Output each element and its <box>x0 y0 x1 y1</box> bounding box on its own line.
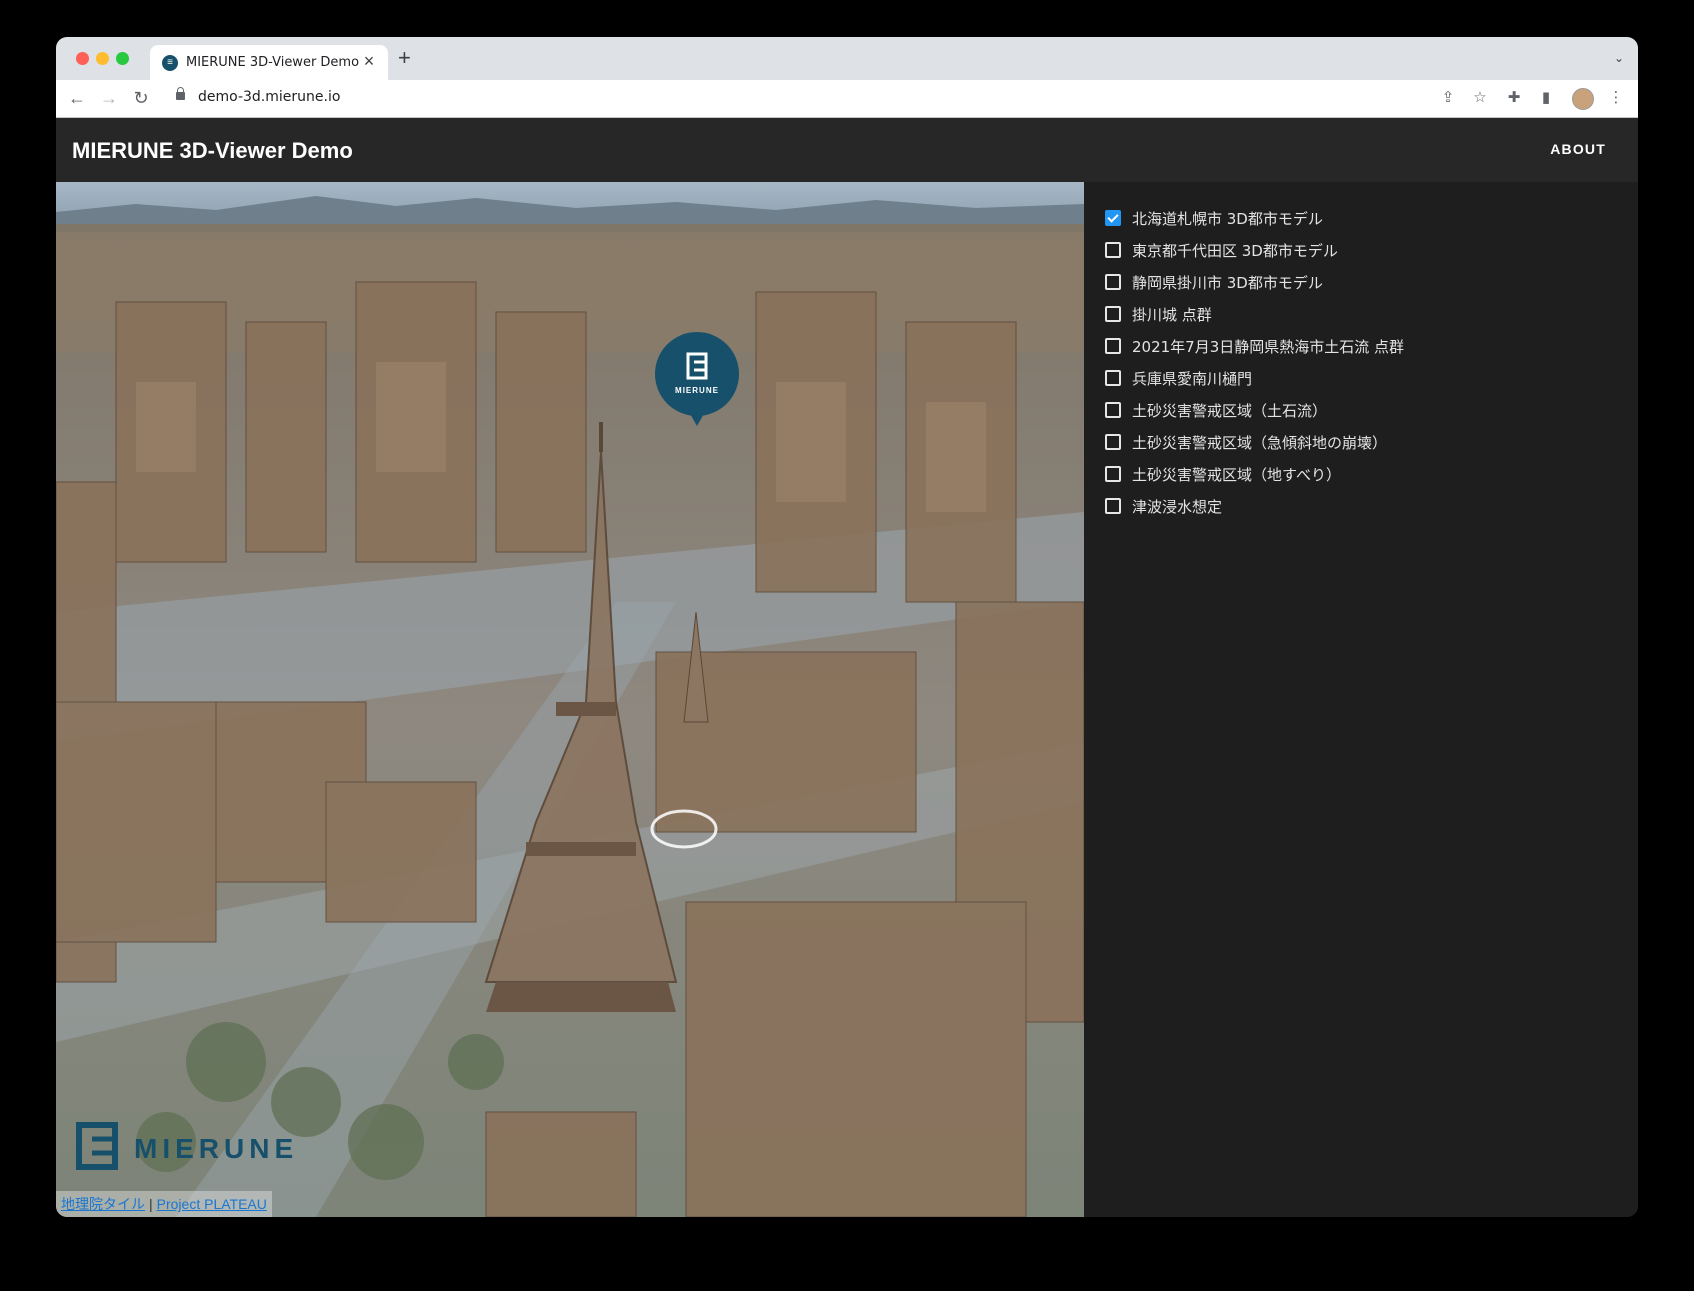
share-icon[interactable]: ⇪ <box>1438 88 1458 108</box>
minimize-window-button[interactable] <box>96 52 109 65</box>
more-menu-icon[interactable]: ⋮ <box>1606 88 1626 108</box>
layer-checkbox[interactable] <box>1105 306 1121 322</box>
close-tab-icon[interactable]: × <box>360 52 378 70</box>
back-arrow-icon[interactable]: ← <box>66 87 88 109</box>
mierune-logo-icon <box>76 1122 118 1170</box>
attribution-separator: | <box>149 1196 153 1212</box>
layer-label: 兵庫県愛南川樋門 <box>1132 370 1253 388</box>
layer-checkbox[interactable] <box>1105 242 1121 258</box>
layer-label: 北海道札幌市 3D都市モデル <box>1132 210 1323 228</box>
mierune-pin-icon <box>655 332 739 426</box>
plateau-link[interactable]: Project PLATEAU <box>157 1196 267 1212</box>
browser-toolbar: ← → ↻ demo-3d.mierune.io ⇪ ☆ ✚ ▮ ⋮ <box>56 80 1638 118</box>
layer-label: 東京都千代田区 3D都市モデル <box>1132 242 1338 260</box>
layer-label: 土砂災害警戒区域（急傾斜地の崩壊） <box>1132 434 1388 452</box>
tab-title: MIERUNE 3D-Viewer Demo <box>186 55 360 70</box>
new-tab-button[interactable]: + <box>398 47 411 69</box>
layer-checkbox[interactable] <box>1105 466 1121 482</box>
side-panel-icon[interactable]: ▮ <box>1536 88 1556 108</box>
browser-tab[interactable]: ≡ MIERUNE 3D-Viewer Demo × <box>150 45 388 80</box>
layer-label: 掛川城 点群 <box>1132 306 1212 324</box>
location-pin-marker[interactable]: MIERUNE <box>653 332 741 432</box>
browser-window: ≡ MIERUNE 3D-Viewer Demo × + ⌄ ← → ↻ dem… <box>56 37 1638 1217</box>
maximize-window-button[interactable] <box>116 52 129 65</box>
layer-checkbox[interactable] <box>1105 274 1121 290</box>
layer-label: 土砂災害警戒区域（土石流） <box>1132 402 1328 420</box>
map-scene <box>56 182 1084 1217</box>
address-bar[interactable]: demo-3d.mierune.io <box>198 89 340 105</box>
layer-checkbox[interactable] <box>1105 338 1121 354</box>
layer-label: 土砂災害警戒区域（地すべり） <box>1132 466 1341 484</box>
layer-checkbox[interactable] <box>1105 370 1121 386</box>
bookmark-star-icon[interactable]: ☆ <box>1470 88 1490 108</box>
lock-icon[interactable] <box>176 87 185 100</box>
map-attribution: 地理院タイル | Project PLATEAU <box>56 1191 272 1217</box>
mierune-logo: MIERUNE <box>76 1122 296 1172</box>
chevron-down-icon[interactable]: ⌄ <box>1614 51 1624 65</box>
layer-checkbox[interactable] <box>1105 434 1121 450</box>
layer-panel: 北海道札幌市 3D都市モデル 東京都千代田区 3D都市モデル 静岡県掛川市 3D都市… <box>1084 182 1638 1217</box>
close-window-button[interactable] <box>76 52 89 65</box>
app-header: MIERUNE 3D-Viewer Demo ABOUT <box>56 118 1638 182</box>
about-button[interactable]: ABOUT <box>1550 141 1606 157</box>
app-title: MIERUNE 3D-Viewer Demo <box>72 138 353 163</box>
reload-icon[interactable]: ↻ <box>130 87 152 109</box>
tab-strip: ≡ MIERUNE 3D-Viewer Demo × + ⌄ <box>56 37 1638 80</box>
logo-text: MIERUNE <box>134 1133 299 1164</box>
layer-checkbox[interactable] <box>1105 498 1121 514</box>
map-viewport[interactable]: MIERUNE MIERUNE 地理院タイル | Project PLATEAU <box>56 182 1084 1217</box>
layer-checkbox[interactable] <box>1105 210 1121 226</box>
gsi-tiles-link[interactable]: 地理院タイル <box>61 1196 145 1212</box>
layer-label: 静岡県掛川市 3D都市モデル <box>1132 274 1323 292</box>
pin-label: MIERUNE <box>675 386 719 395</box>
mierune-favicon-icon: ≡ <box>162 55 178 71</box>
layer-label: 津波浸水想定 <box>1132 498 1223 516</box>
forward-arrow-icon[interactable]: → <box>98 87 120 109</box>
extensions-puzzle-icon[interactable]: ✚ <box>1504 88 1524 108</box>
layer-label: 2021年7月3日静岡県熱海市土石流 点群 <box>1132 338 1405 356</box>
profile-avatar[interactable] <box>1572 88 1594 110</box>
layer-checkbox[interactable] <box>1105 402 1121 418</box>
